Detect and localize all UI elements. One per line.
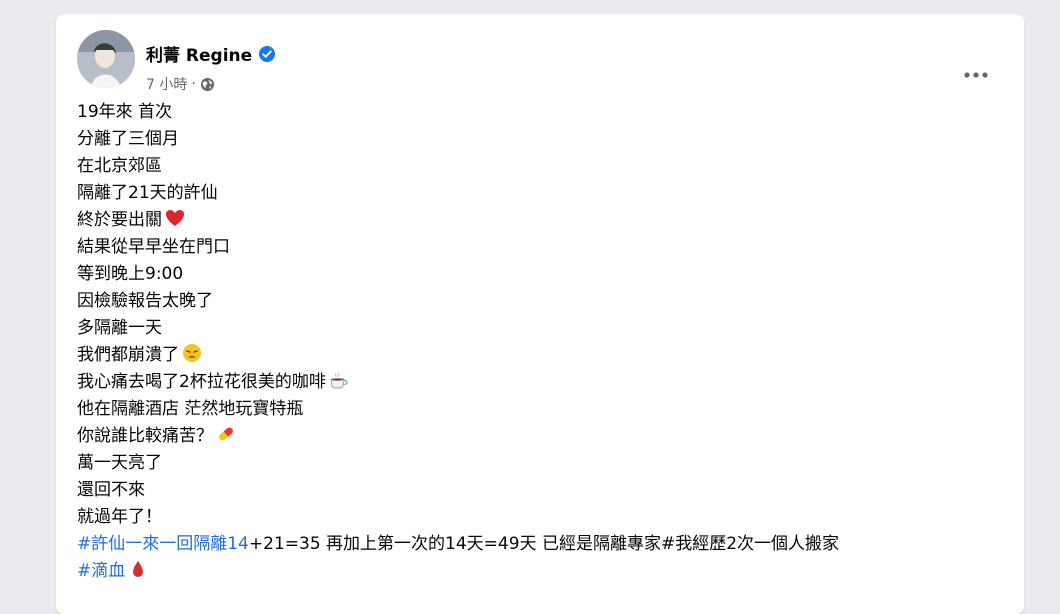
post-timestamp[interactable]: 7 小時 xyxy=(146,74,187,94)
post-line-text: +21=35 再加上第一次的14天=49天 已經是隔離專家#我經歷2次一個人搬家 xyxy=(248,534,840,554)
post-line: 多隔離一天 xyxy=(77,318,162,338)
globe-icon[interactable] xyxy=(200,77,215,92)
avatar-image xyxy=(77,30,135,88)
post-line: 萬一天亮了 xyxy=(77,453,162,473)
post-line-text: 終於要出關 xyxy=(77,210,162,230)
red-heart-icon xyxy=(164,207,186,229)
post-line: 還回不來 xyxy=(77,480,145,500)
author-name[interactable]: 利菁 Regine xyxy=(146,41,276,66)
post-line-with-hashtag: #滴血 xyxy=(77,558,1007,585)
post-line: 結果從早早坐在門口 xyxy=(77,237,230,257)
post-line: 在北京郊區 xyxy=(77,156,162,176)
post-line: 分離了三個月 xyxy=(77,129,179,149)
post-meta: 7 小時 · xyxy=(146,74,215,94)
post-line-with-emoji: 你說誰比較痛苦？ xyxy=(77,423,1007,450)
post-header: 利菁 Regine 7 小時 · xyxy=(77,30,1024,93)
post-body: 19年來 首次 分離了三個月 在北京郊區 隔離了21天的許仙 終於要出關 結果從… xyxy=(77,99,1007,585)
post-line-with-hashtag: #許仙一來一回隔離14+21=35 再加上第一次的14天=49天 已經是隔離專家… xyxy=(77,531,1007,558)
post-line-text: 我心痛去喝了2杯拉花很美的咖啡 xyxy=(77,372,326,392)
hot-beverage-icon xyxy=(328,369,350,391)
post-line: 就過年了！ xyxy=(77,507,162,527)
author-name-label[interactable]: 利菁 Regine xyxy=(146,41,252,66)
weary-face-icon xyxy=(181,342,203,364)
post-line: 等到晚上9:00 xyxy=(77,264,184,284)
post-line-text: 我們都崩潰了 xyxy=(77,345,179,365)
verified-badge-icon xyxy=(258,45,276,63)
hashtag-link[interactable]: #滴血 xyxy=(77,561,125,581)
post-line-with-emoji: 我心痛去喝了2杯拉花很美的咖啡 xyxy=(77,369,1007,396)
more-options-icon xyxy=(964,63,988,82)
post-line: 他在隔離酒店 茫然地玩寶特瓶 xyxy=(77,399,304,419)
post-line-with-emoji: 終於要出關 xyxy=(77,207,1007,234)
drop-of-blood-icon xyxy=(127,558,149,580)
post-line: 隔離了21天的許仙 xyxy=(77,183,218,203)
hashtag-link[interactable]: #許仙一來一回隔離14 xyxy=(77,534,249,554)
post-line: 19年來 首次 xyxy=(77,102,173,122)
more-options-button[interactable] xyxy=(960,60,992,84)
post-line: 因檢驗報告太晚了 xyxy=(77,291,213,311)
post-line-with-emoji: 我們都崩潰了 xyxy=(77,342,1007,369)
avatar[interactable] xyxy=(77,30,135,88)
post-line-text: 你說誰比較痛苦？ xyxy=(77,426,213,446)
meta-separator: · xyxy=(191,76,196,92)
post-card: 利菁 Regine 7 小時 · 19年來 首次 分離了三個月 在北京郊區 隔離… xyxy=(56,14,1024,614)
pill-icon xyxy=(215,423,237,445)
